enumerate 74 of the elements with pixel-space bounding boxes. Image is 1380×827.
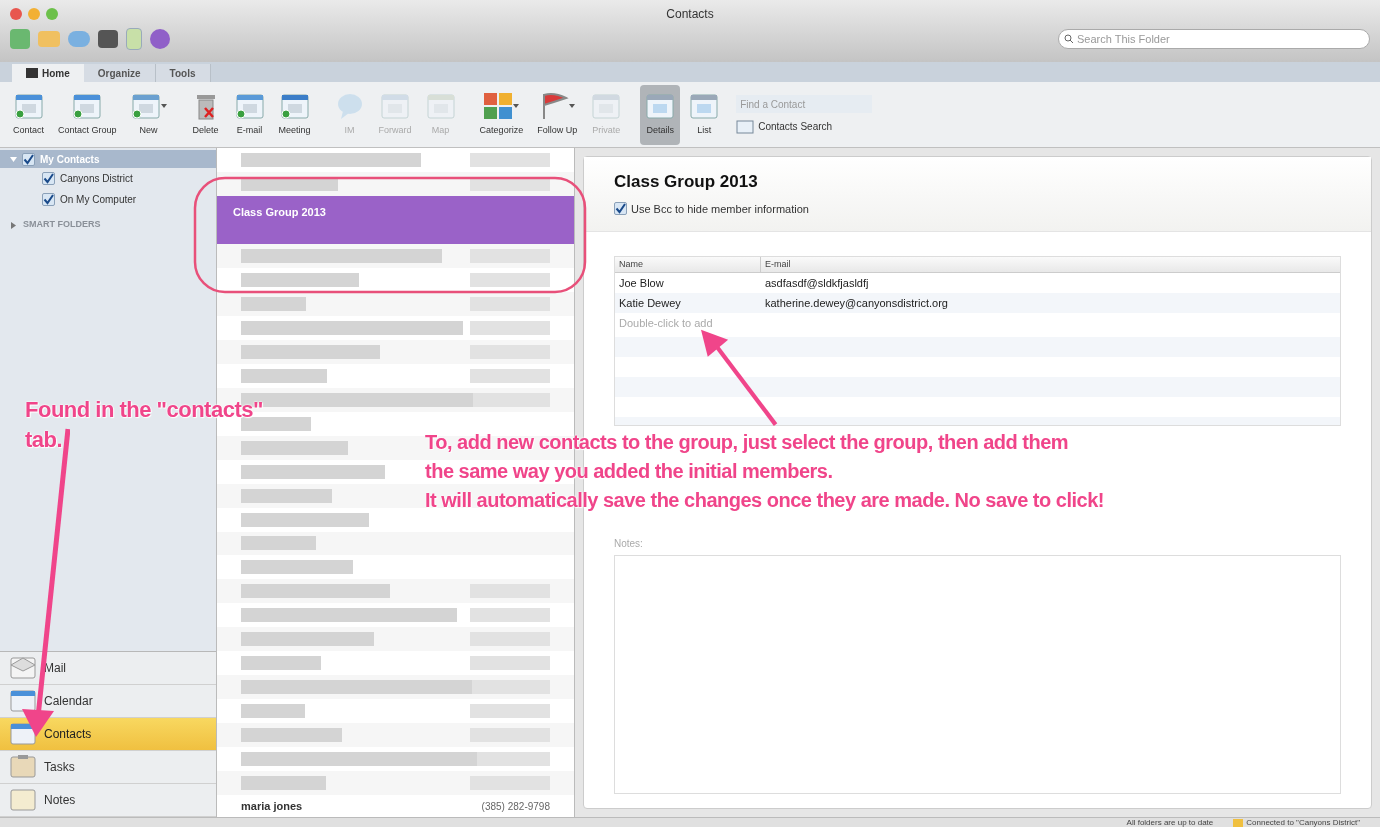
table-cell-text: asdfasdf@sldkfjasldfj (764, 275, 870, 291)
window-icon (591, 91, 622, 120)
window-icon (425, 91, 456, 120)
nav-item[interactable]: Notes (0, 784, 216, 817)
ribbon-button[interactable]: Contact (8, 84, 50, 145)
disclosure-triangle-icon[interactable] (10, 155, 17, 163)
column-header[interactable]: Name (615, 257, 761, 272)
ribbon-button[interactable]: Follow Up (532, 84, 583, 145)
clipboard-icon (10, 755, 36, 779)
notes-label: Notes: (614, 537, 644, 551)
ribbon-button[interactable]: Categorize (474, 84, 529, 145)
ribbon-button[interactable]: New (125, 84, 172, 145)
annotation-text: To, add new contacts to the group, just select the group, then add them the same way you added the initial members. It will automatically save the changes once they are made. No save to click! (425, 430, 1104, 513)
window-icon (689, 91, 720, 120)
search-field[interactable]: Search This Folder (1058, 29, 1370, 49)
window-icon (380, 91, 411, 120)
minimize-button[interactable] (28, 8, 40, 20)
note-icon (10, 788, 36, 812)
caret-icon (569, 103, 576, 108)
caret-icon (513, 103, 520, 108)
zoom-button[interactable] (46, 8, 58, 20)
ribbon-tab[interactable]: Tools (155, 64, 211, 82)
address-card-icon (10, 722, 36, 746)
contact-group-row[interactable]: Class Group 2013 (217, 195, 574, 244)
blurred-text (241, 296, 306, 311)
calendar-icon (10, 689, 36, 713)
contact-phone: (385) 282-9798 (481, 799, 550, 814)
contacts-search-button[interactable]: Contacts Search (736, 119, 873, 134)
folder-item[interactable]: Canyons District (0, 168, 216, 189)
ribbon-tab[interactable]: Organize (83, 64, 156, 82)
search-icon (1064, 34, 1074, 44)
bcc-label: Use Bcc to hide member information (631, 201, 809, 217)
nav-item[interactable]: Calendar (0, 685, 216, 718)
ribbon-button[interactable]: Contact Group (53, 84, 122, 145)
folder-checkbox[interactable] (22, 152, 35, 166)
window-icon (645, 91, 676, 120)
table-cell-text: katherine.dewey@canyonsdistrict.org (764, 295, 949, 311)
window-icon (130, 91, 161, 120)
ribbon-button[interactable]: Delete (185, 84, 226, 145)
nav-item[interactable]: Contacts (0, 718, 216, 751)
folder-checkbox[interactable] (42, 193, 55, 206)
annotation-text: Found in the "contacts" tab. (25, 396, 263, 454)
nav-item[interactable]: Tasks (0, 751, 216, 784)
folder-checkbox[interactable] (42, 172, 55, 185)
ribbon-tab[interactable]: Home (12, 64, 84, 82)
sync-status: All folders are up to date (1126, 818, 1214, 827)
envelope-icon (10, 656, 36, 680)
bcc-checkbox[interactable] (614, 202, 627, 216)
search-window-icon (736, 119, 755, 134)
notes-field[interactable] (614, 555, 1341, 794)
color-grid-icon (483, 91, 514, 120)
ribbon-button[interactable]: List (684, 84, 725, 145)
window-icon (72, 91, 103, 120)
disclosure-triangle-icon (10, 221, 17, 229)
window-icon (234, 91, 265, 120)
nav-item[interactable]: Mail (0, 652, 216, 685)
ribbon-button[interactable]: E-mail (229, 84, 270, 145)
column-header[interactable]: E-mail (761, 257, 795, 272)
ribbon-button[interactable]: Details (640, 84, 681, 145)
window-title: Contacts (666, 6, 714, 23)
table-cell-text: Joe Blow (618, 275, 665, 291)
window-icon (279, 91, 310, 120)
connection-status: Connected to "Canyons District" (1233, 818, 1360, 827)
window-icon (13, 91, 44, 120)
group-title: Class Group 2013 (614, 171, 759, 193)
blurred-text (241, 704, 305, 719)
caret-icon (160, 103, 167, 108)
folder-item[interactable]: On My Computer (0, 189, 216, 210)
blurred-text (241, 416, 311, 431)
close-button[interactable] (10, 8, 22, 20)
ribbon-button[interactable]: Meeting (273, 84, 316, 145)
find-contact-field[interactable]: Find a Contact (736, 95, 873, 113)
contact-name: maria jones (241, 798, 303, 814)
table-cell-text: Katie Dewey (618, 295, 682, 311)
